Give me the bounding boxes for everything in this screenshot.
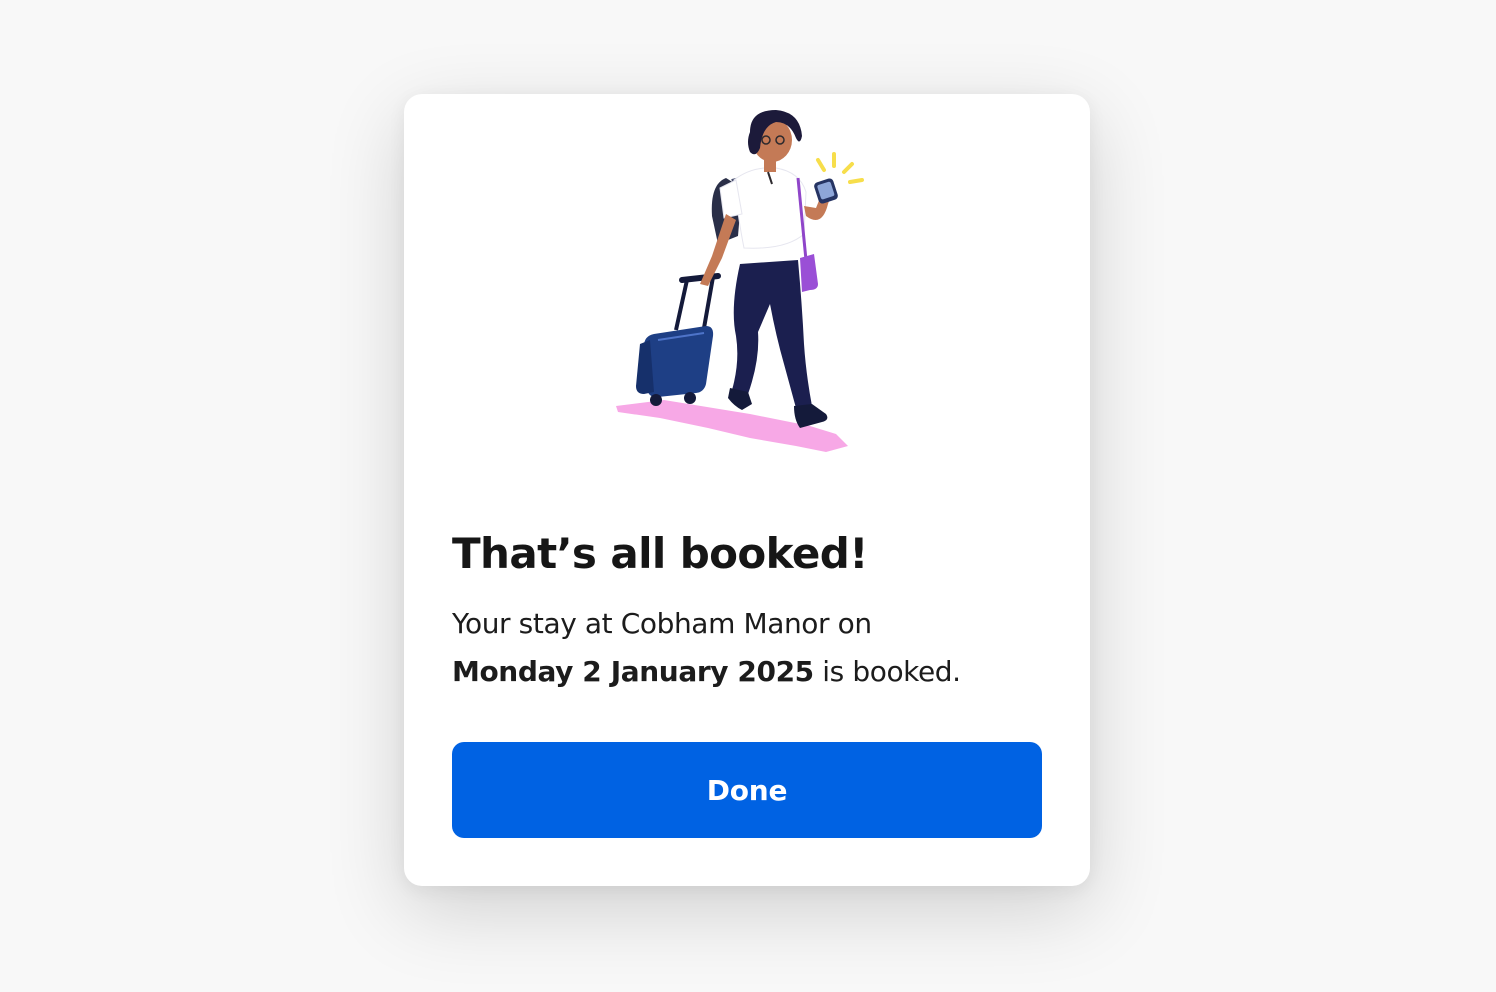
- done-button[interactable]: Done: [452, 742, 1042, 838]
- booking-date: Monday 2 January 2025: [452, 655, 814, 688]
- booking-message: Your stay at Cobham Manor on Monday 2 Jan…: [452, 600, 1052, 696]
- booking-confirmation-dialog: That’s all booked! Your stay at Cobham M…: [404, 94, 1090, 886]
- booking-message-prefix: Your stay at Cobham Manor on: [452, 607, 872, 640]
- traveller-with-suitcase-illustration: [616, 110, 864, 452]
- booking-message-suffix: is booked.: [813, 655, 961, 688]
- dialog-title: That’s all booked!: [452, 529, 868, 578]
